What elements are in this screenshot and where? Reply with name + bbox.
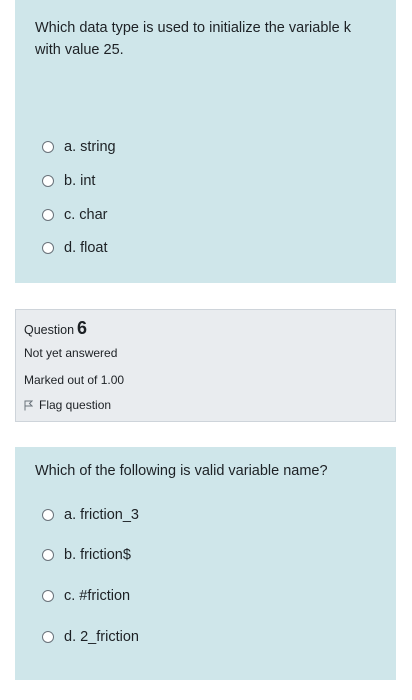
radio-button-icon[interactable] xyxy=(42,242,54,254)
q5-option-a[interactable]: a. string xyxy=(42,137,116,157)
q5-option-d[interactable]: d. float xyxy=(42,238,108,258)
q5-option-d-label[interactable]: d. float xyxy=(64,240,108,256)
q6-option-b[interactable]: b. friction$ xyxy=(42,545,131,565)
radio-button-icon[interactable] xyxy=(42,549,54,561)
radio-button-icon[interactable] xyxy=(42,175,54,187)
question-6-info: Question 6 Not yet answered Marked out of… xyxy=(15,309,396,422)
flag-question-link[interactable]: Flag question xyxy=(24,398,111,412)
question-6-content: Which of the following is valid variable… xyxy=(15,447,396,680)
q5-option-b-label[interactable]: b. int xyxy=(64,173,95,189)
question-number-value: 6 xyxy=(77,318,88,338)
question-5-content: Which data type is used to initialize th… xyxy=(15,0,396,283)
radio-button-icon[interactable] xyxy=(42,631,54,643)
question-5-text: Which data type is used to initialize th… xyxy=(35,20,351,58)
radio-button-icon[interactable] xyxy=(42,590,54,602)
question-6-text: Which of the following is valid variable… xyxy=(35,463,328,479)
radio-button-icon[interactable] xyxy=(42,141,54,153)
question-state: Not yet answered xyxy=(24,346,118,360)
q6-option-b-label[interactable]: b. friction$ xyxy=(64,547,131,563)
q6-option-c[interactable]: c. #friction xyxy=(42,586,130,606)
q6-option-d[interactable]: d. 2_friction xyxy=(42,627,139,647)
question-grade: Marked out of 1.00 xyxy=(24,373,125,387)
flag-question-label[interactable]: Flag question xyxy=(39,398,111,412)
question-label: Question xyxy=(24,323,75,337)
q5-option-c[interactable]: c. char xyxy=(42,205,108,225)
q5-option-a-label[interactable]: a. string xyxy=(64,139,116,155)
q6-option-a[interactable]: a. friction_3 xyxy=(42,505,139,525)
radio-button-icon[interactable] xyxy=(42,509,54,521)
flag-outline-icon[interactable] xyxy=(24,400,33,411)
question-number: Question 6 xyxy=(24,318,87,339)
q6-option-a-label[interactable]: a. friction_3 xyxy=(64,507,139,523)
q5-option-c-label[interactable]: c. char xyxy=(64,207,108,223)
q6-option-c-label[interactable]: c. #friction xyxy=(64,588,130,604)
q6-option-d-label[interactable]: d. 2_friction xyxy=(64,629,139,645)
radio-button-icon[interactable] xyxy=(42,209,54,221)
q5-option-b[interactable]: b. int xyxy=(42,171,95,191)
